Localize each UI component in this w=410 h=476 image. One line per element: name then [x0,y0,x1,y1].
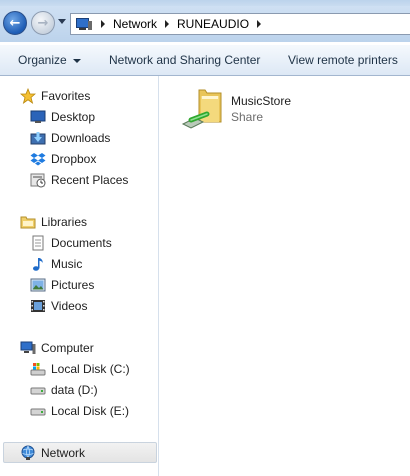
nav-item-label: Pictures [51,277,95,292]
nav-item-downloads[interactable]: Downloads [0,127,158,148]
nav-item-documents[interactable]: Documents [0,232,158,253]
nav-item-recent-places[interactable]: Recent Places [0,169,158,190]
organize-label: Organize [18,53,67,67]
nav-item-local-disk-c[interactable]: Local Disk (C:) [0,358,158,379]
downloads-icon [30,130,46,146]
nav-item-label: Desktop [51,109,96,124]
address-bar[interactable]: Network RUNEAUDIO [70,13,410,35]
drive-icon [30,403,46,419]
network-share-folder-icon [177,84,225,132]
nav-computer[interactable]: Computer [0,337,158,358]
navigation-pane: Favorites Desktop Downloads Dropbox Rece… [0,76,159,476]
forward-button[interactable]: → [31,11,55,35]
share-type: Share [231,110,264,124]
music-icon [30,256,46,272]
chevron-down-icon [72,58,81,63]
libraries-icon [20,214,36,230]
command-bar: Organize Network and Sharing Center View… [0,44,410,76]
share-name: MusicStore [231,94,292,108]
network-share-item[interactable]: MusicStore Share [177,84,347,132]
drive-icon [30,382,46,398]
recent-places-icon [30,172,46,188]
documents-icon [30,235,46,251]
nav-favorites-label: Favorites [41,88,91,103]
back-button[interactable]: ← [3,11,27,35]
system-drive-icon [30,361,46,377]
breadcrumb-dropdown-icon[interactable] [257,20,262,28]
nav-item-music[interactable]: Music [0,253,158,274]
nav-network[interactable]: Network [3,442,157,463]
nav-item-videos[interactable]: Videos [0,295,158,316]
breadcrumb-runeaudio[interactable]: RUNEAUDIO [177,17,249,31]
star-icon [19,87,37,104]
nav-item-label: Downloads [51,130,111,145]
network-sharing-center-button[interactable]: Network and Sharing Center [109,53,260,67]
nav-network-label: Network [41,445,86,460]
nav-item-label: Local Disk (E:) [51,403,130,418]
address-row: ← → Network RUNEAUDIO [0,6,410,42]
nav-item-dropbox[interactable]: Dropbox [0,148,158,169]
view-remote-printers-button[interactable]: View remote printers [288,53,398,67]
content-area: MusicStore Share [159,76,410,476]
desktop-icon [30,109,46,125]
nav-item-pictures[interactable]: Pictures [0,274,158,295]
history-dropdown-icon[interactable] [58,19,66,24]
pictures-icon [30,277,46,293]
nav-computer-label: Computer [41,340,94,355]
dropbox-icon [30,151,46,167]
nav-libraries-label: Libraries [41,214,88,229]
network-icon [75,17,93,31]
videos-icon [30,298,46,314]
breadcrumb-separator-icon[interactable] [165,20,170,28]
nav-favorites[interactable]: Favorites [0,85,158,106]
nav-item-label: Videos [51,298,88,313]
forward-arrow-icon: → [37,15,49,31]
nav-item-label: Recent Places [51,172,129,187]
nav-item-label: data (D:) [51,382,98,397]
nav-item-desktop[interactable]: Desktop [0,106,158,127]
nav-item-label: Local Disk (C:) [51,361,130,376]
nav-item-local-disk-e[interactable]: Local Disk (E:) [0,400,158,421]
breadcrumb-network[interactable]: Network [113,17,157,31]
nav-item-label: Music [51,256,83,271]
organize-button[interactable]: Organize [18,53,81,67]
nav-item-label: Dropbox [51,151,97,166]
network-icon [20,445,36,461]
nav-libraries[interactable]: Libraries [0,211,158,232]
back-arrow-icon: ← [9,15,21,31]
breadcrumb-separator-icon[interactable] [101,20,105,28]
nav-item-label: Documents [51,235,112,250]
computer-icon [20,340,36,356]
nav-item-data-d[interactable]: data (D:) [0,379,158,400]
